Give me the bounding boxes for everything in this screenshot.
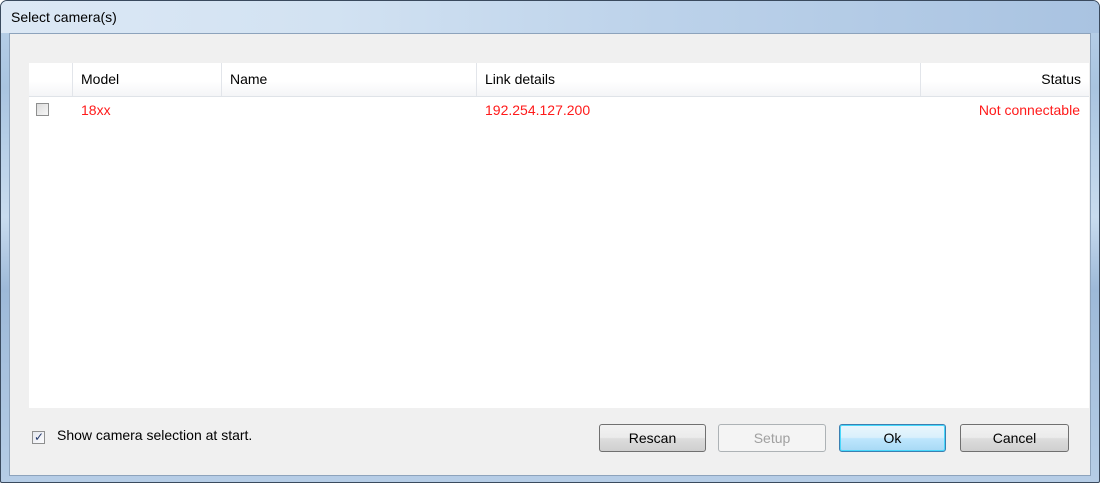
cell-name xyxy=(222,97,477,123)
cell-model: 18xx xyxy=(81,102,111,118)
column-header-status[interactable]: Status xyxy=(921,63,1089,96)
column-header-link-details[interactable]: Link details xyxy=(477,63,921,96)
row-checkbox[interactable] xyxy=(36,103,49,116)
table-row[interactable]: 18xx 192.254.127.200 Not connectable xyxy=(29,97,1089,123)
rescan-button[interactable]: Rescan xyxy=(599,424,706,452)
list-header: Model Name Link details Status xyxy=(29,63,1089,97)
checkmark-icon: ✓ xyxy=(34,430,45,444)
title-bar[interactable]: Select camera(s) xyxy=(1,1,1099,33)
column-header-model[interactable]: Model xyxy=(73,63,222,96)
cell-link-details: 192.254.127.200 xyxy=(485,102,591,118)
dialog-title: Select camera(s) xyxy=(11,9,117,25)
column-header-name[interactable]: Name xyxy=(222,63,477,96)
dialog-body: Model Name Link details Status 18xx 192.… xyxy=(9,33,1091,476)
cell-status: Not connectable xyxy=(978,102,1080,118)
dialog-window: Select camera(s) Model Name Link details… xyxy=(0,0,1100,483)
column-header-checkbox[interactable] xyxy=(29,63,73,96)
show-at-start-checkbox[interactable]: ✓ xyxy=(32,430,45,444)
camera-list[interactable]: Model Name Link details Status 18xx 192.… xyxy=(29,63,1089,408)
show-at-start-label: Show camera selection at start. xyxy=(57,427,253,443)
ok-button[interactable]: Ok xyxy=(839,424,946,452)
setup-button[interactable]: Setup xyxy=(718,424,826,452)
cancel-button[interactable]: Cancel xyxy=(960,424,1069,452)
